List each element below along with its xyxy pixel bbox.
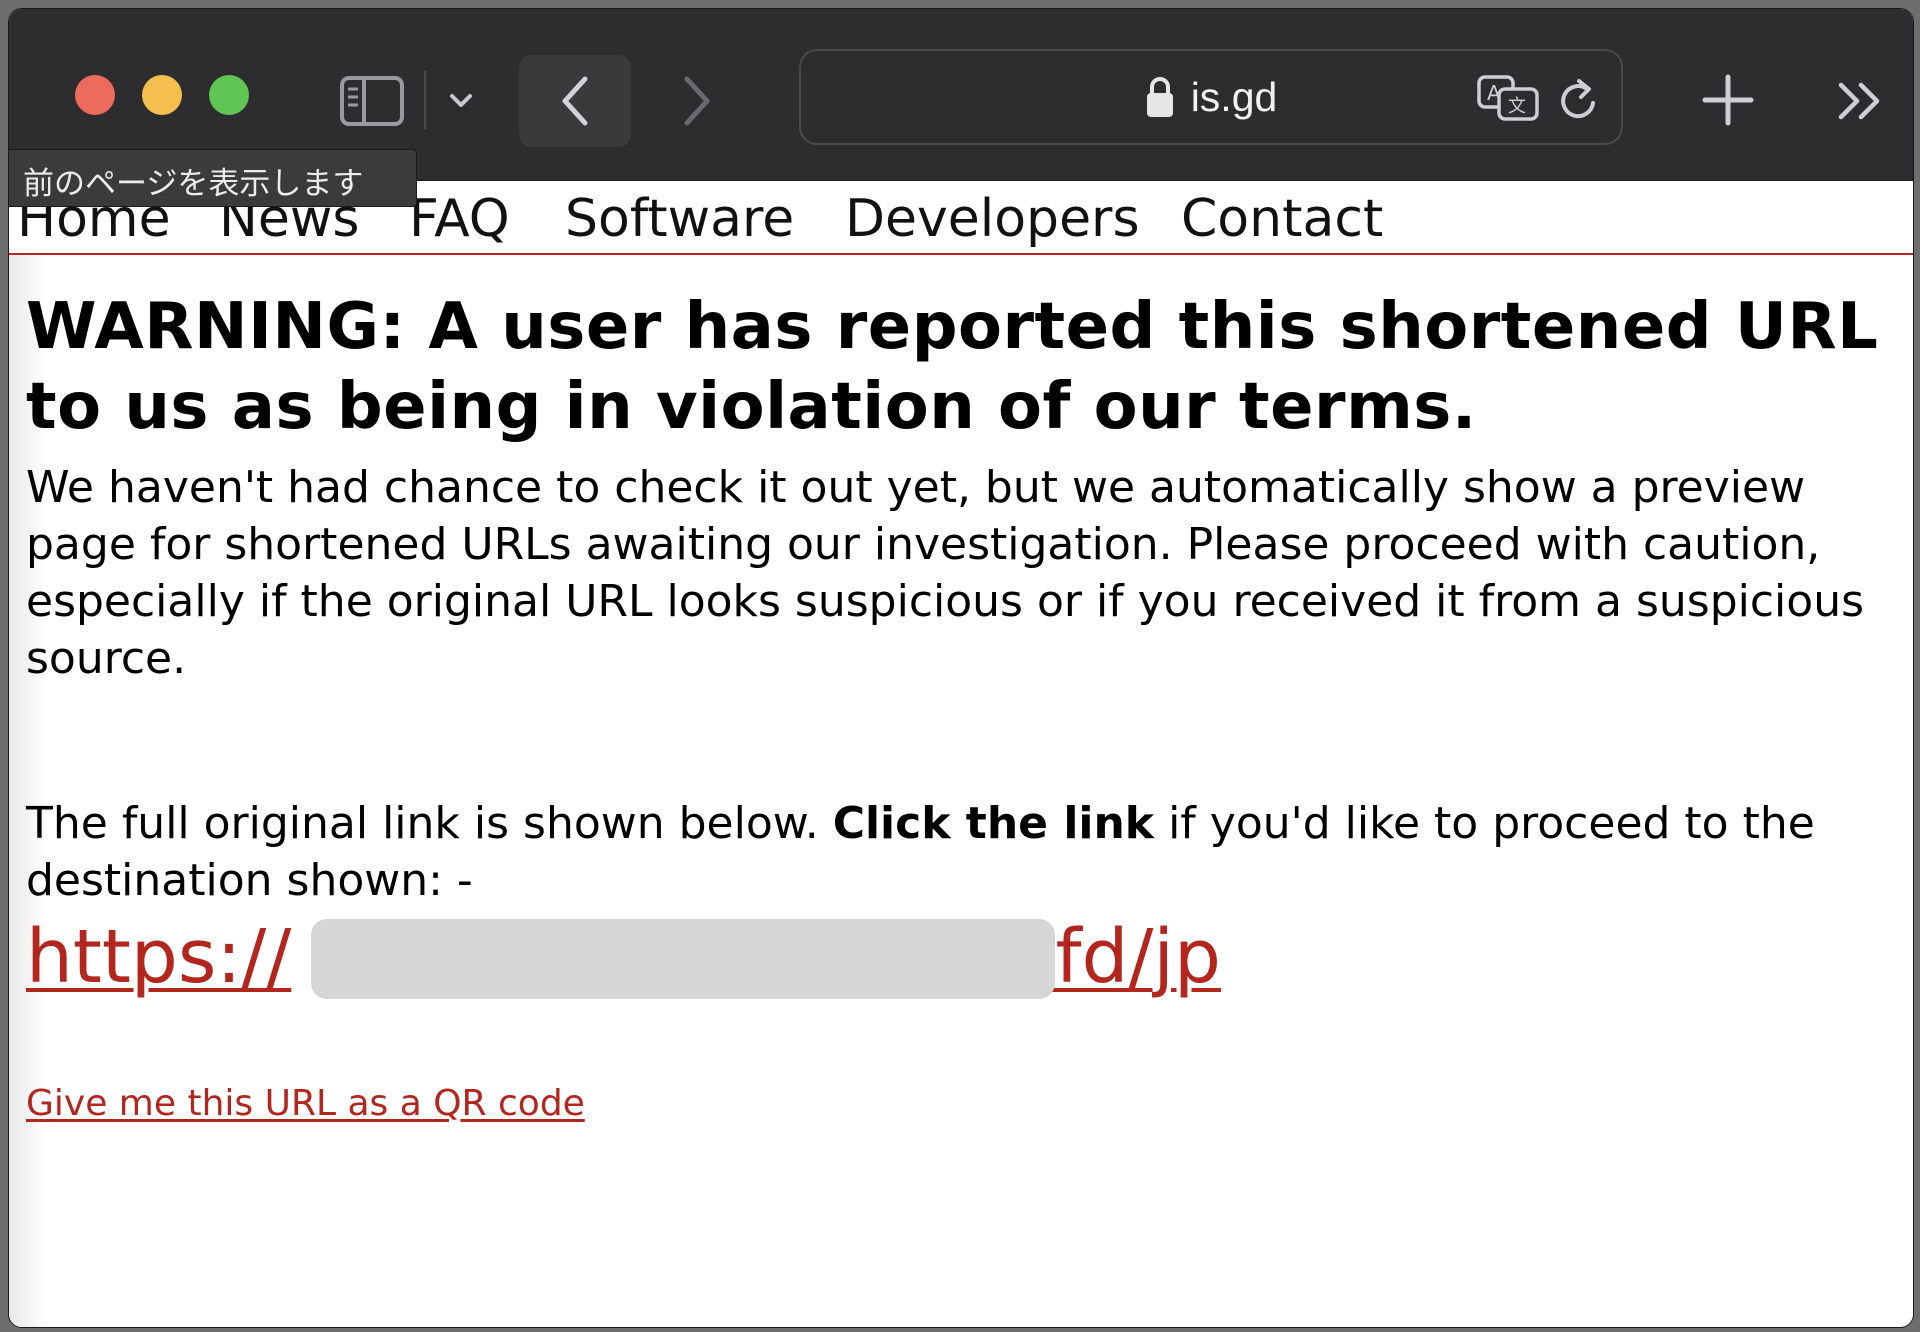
main-content: WARNING: A user has reported this shorte…	[26, 287, 1886, 1005]
sidebar-menu-button[interactable]	[444, 79, 478, 123]
nav-software[interactable]: Software	[565, 189, 794, 249]
nav-developers[interactable]: Developers	[845, 189, 1140, 249]
web-page: Home News FAQ Software Developers Contac…	[9, 181, 1913, 1327]
address-text: is.gd	[1190, 73, 1278, 120]
instruction-bold: Click the link	[832, 798, 1155, 849]
sidebar-toggle-button[interactable]	[335, 67, 409, 135]
back-button[interactable]	[519, 55, 631, 147]
chevron-right-icon	[684, 76, 710, 126]
nav-contact[interactable]: Contact	[1181, 189, 1383, 249]
reload-icon[interactable]	[1555, 75, 1603, 125]
warning-explanation: We haven't had chance to check it out ye…	[26, 462, 1865, 684]
minimize-window-button[interactable]	[142, 75, 182, 115]
double-chevron-right-icon[interactable]	[1831, 71, 1891, 131]
lock-icon	[1146, 77, 1173, 117]
toolbar-divider	[424, 71, 426, 129]
nav-faq[interactable]: FAQ	[409, 189, 510, 249]
destination-instruction: The full original link is shown below. C…	[26, 795, 1886, 909]
chevron-left-icon	[562, 76, 588, 126]
zoom-window-button[interactable]	[209, 75, 249, 115]
chevron-down-icon	[450, 94, 472, 107]
redaction-box	[311, 919, 1055, 999]
qr-code-link[interactable]: Give me this URL as a QR code	[26, 1083, 585, 1124]
warning-title: WARNING: A user has reported this shorte…	[26, 290, 1879, 444]
instruction-before: The full original link is shown below.	[26, 798, 819, 849]
plus-icon[interactable]	[1695, 67, 1761, 133]
destination-link-start: https://	[26, 914, 292, 1000]
address-bar[interactable]: is.gd A 文	[799, 49, 1623, 145]
close-window-button[interactable]	[75, 75, 115, 115]
sidebar-icon	[340, 76, 404, 126]
translate-icon[interactable]: A 文	[1477, 73, 1541, 125]
back-button-tooltip: 前のページを表示します	[9, 149, 417, 207]
svg-text:文: 文	[1508, 96, 1526, 117]
destination-link-container: https://.cfd/jp	[26, 915, 1886, 1005]
forward-button[interactable]	[659, 55, 735, 147]
browser-window: is.gd A 文 前のページを表示します Home News FAQ Soft…	[8, 8, 1914, 1328]
